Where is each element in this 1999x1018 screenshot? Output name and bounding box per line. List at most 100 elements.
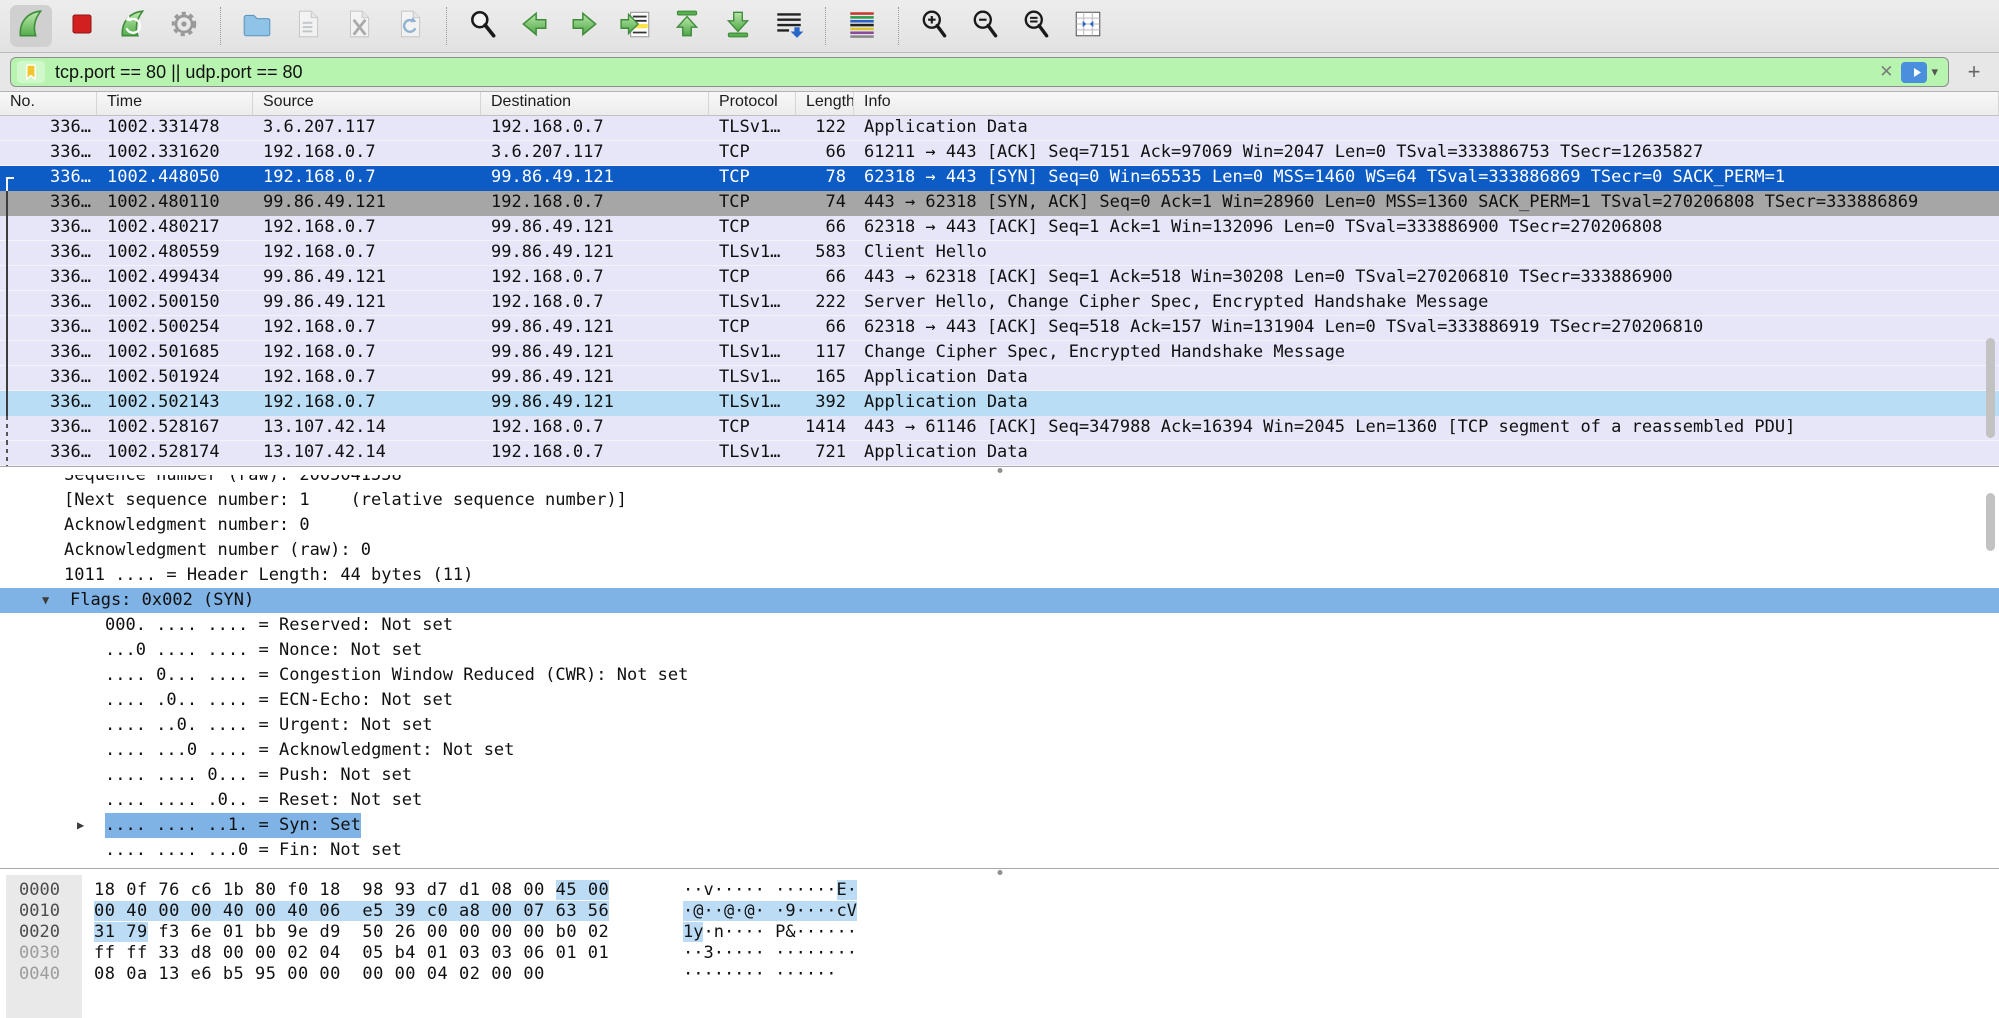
stop-capture-button[interactable] (61, 5, 103, 47)
go-first-button[interactable] (666, 5, 708, 47)
detail-text: .... .... 0... = Push: Not set (105, 763, 412, 788)
display-filter-field[interactable]: ✕ ▾ (10, 57, 1949, 87)
detail-line[interactable]: ...0 .... .... = Nonce: Not set (0, 638, 1999, 663)
ascii-segment-highlighted[interactable]: 1y (683, 922, 703, 942)
packet-row[interactable]: 336…1002.49943499.86.49.121192.168.0.7TC… (0, 266, 1999, 291)
column-header-source[interactable]: Source (253, 92, 481, 115)
open-file-button[interactable] (236, 5, 278, 47)
hex-bytes-segment[interactable]: 18 0f 76 c6 1b 80 f0 18 98 93 d7 d1 08 0… (94, 880, 556, 900)
hex-row[interactable]: 001000 40 00 00 40 00 40 06 e5 39 c0 a8 … (0, 901, 1999, 922)
restart-capture-button[interactable] (112, 5, 154, 47)
go-back-button[interactable] (513, 5, 555, 47)
detail-line[interactable]: ▶.... .... ..1. = Syn: Set (0, 813, 1999, 838)
detail-line[interactable]: [Next sequence number: 1 (relative seque… (0, 488, 1999, 513)
detail-line[interactable]: .... .... 0... = Push: Not set (0, 763, 1999, 788)
detail-line[interactable]: .... 0... .... = Congestion Window Reduc… (0, 663, 1999, 688)
zoom-in-button[interactable] (914, 5, 956, 47)
detail-text: .... ..0. .... = Urgent: Not set (105, 713, 433, 738)
resize-columns-button[interactable] (1067, 5, 1109, 47)
collapse-icon[interactable]: ▼ (42, 588, 49, 613)
filter-dropdown-caret-icon[interactable]: ▾ (1929, 64, 1942, 80)
packet-row[interactable]: 336…1002.52817413.107.42.14192.168.0.7TL… (0, 441, 1999, 466)
ascii-segment-highlighted[interactable]: E· (837, 880, 857, 900)
hex-bytes-segment[interactable]: ff ff 33 d8 00 00 02 04 05 b4 01 03 03 0… (94, 943, 609, 963)
hex-row[interactable]: 002031 79 f3 6e 01 bb 9e d9 50 26 00 00 … (0, 922, 1999, 943)
filter-add-button[interactable]: + (1959, 58, 1989, 86)
cell-length: 222 (796, 291, 854, 316)
packet-row[interactable]: 336…1002.52816713.107.42.14192.168.0.7TC… (0, 416, 1999, 441)
detail-line[interactable]: Acknowledgment number (raw): 0 (0, 538, 1999, 563)
detail-line[interactable]: .... .0.. .... = ECN-Echo: Not set (0, 688, 1999, 713)
ascii-segment[interactable]: ··v····· ······ (683, 880, 837, 900)
cell-destination: 99.86.49.121 (481, 391, 709, 416)
hex-bytes-segment-highlighted[interactable]: 31 79 (94, 922, 148, 942)
go-to-packet-button[interactable] (615, 5, 657, 47)
ascii-segment[interactable]: ·n···· P&······ (703, 922, 857, 942)
filter-apply-icon[interactable] (1901, 62, 1927, 83)
hex-row[interactable]: 004008 0a 13 e6 b5 95 00 00 00 00 04 02 … (0, 964, 1999, 985)
packet-row[interactable]: 336…1002.500254192.168.0.799.86.49.121TC… (0, 316, 1999, 341)
toolbar-separator (446, 7, 448, 45)
filter-clear-icon[interactable]: ✕ (1873, 62, 1899, 82)
detail-text: 1011 .... = Header Length: 44 bytes (11) (64, 563, 473, 588)
detail-line[interactable]: 000. .... .... = Reserved: Not set (0, 613, 1999, 638)
ascii-segment[interactable]: ··3····· ········ (683, 943, 857, 963)
display-filter-input[interactable] (53, 61, 1873, 84)
detail-line[interactable]: .... .... .0.. = Reset: Not set (0, 788, 1999, 813)
expand-icon[interactable]: ▶ (77, 813, 84, 838)
hex-bytes-segment[interactable]: f3 6e 01 bb 9e d9 50 26 00 00 00 00 b0 0… (148, 922, 610, 942)
column-header-time[interactable]: Time (97, 92, 253, 115)
zoom-reset-button[interactable] (1016, 5, 1058, 47)
filter-bookmark-icon[interactable] (17, 61, 45, 83)
detail-text: Acknowledgment number: 0 (64, 513, 310, 538)
hex-bytes-segment-highlighted[interactable]: 00 40 00 00 40 00 40 06 e5 39 c0 a8 00 0… (94, 901, 609, 921)
detail-text: .... .... ...0 = Fin: Not set (105, 838, 402, 863)
detail-line[interactable]: .... .... ...0 = Fin: Not set (0, 838, 1999, 863)
packet-row[interactable]: 336…1002.502143192.168.0.799.86.49.121TL… (0, 391, 1999, 416)
packet-row[interactable]: 336…1002.48011099.86.49.121192.168.0.7TC… (0, 191, 1999, 216)
column-header-info[interactable]: Info (854, 92, 1999, 115)
find-packet-button[interactable] (462, 5, 504, 47)
conversation-marker (6, 391, 18, 416)
detail-line[interactable]: Sequence number (raw): 2005041558 (0, 475, 1999, 488)
detail-line[interactable]: Acknowledgment number: 0 (0, 513, 1999, 538)
detail-line[interactable]: .... ..0. .... = Urgent: Not set (0, 713, 1999, 738)
hex-bytes-segment[interactable]: 08 0a 13 e6 b5 95 00 00 00 00 04 02 00 0… (94, 964, 545, 984)
reload-file-button[interactable] (389, 5, 431, 47)
save-file-button[interactable] (287, 5, 329, 47)
go-forward-button[interactable] (564, 5, 606, 47)
packet-row[interactable]: 336…1002.480559192.168.0.799.86.49.121TL… (0, 241, 1999, 266)
hex-row[interactable]: 0030ff ff 33 d8 00 00 02 04 05 b4 01 03 … (0, 943, 1999, 964)
packet-details-pane: Sequence number (raw): 2005041558[Next s… (0, 475, 1999, 868)
hex-bytes-segment-highlighted[interactable]: 45 00 (556, 880, 610, 900)
packet-row[interactable]: 336…1002.50015099.86.49.121192.168.0.7TL… (0, 291, 1999, 316)
packet-row[interactable]: 336…1002.501685192.168.0.799.86.49.121TL… (0, 341, 1999, 366)
pane-splitter[interactable] (0, 466, 1999, 475)
packet-row[interactable]: 336…1002.331620192.168.0.73.6.207.117TCP… (0, 141, 1999, 166)
close-file-button[interactable] (338, 5, 380, 47)
packet-list-scrollbar-thumb[interactable] (1986, 338, 1995, 438)
hex-row[interactable]: 000018 0f 76 c6 1b 80 f0 18 98 93 d7 d1 … (0, 880, 1999, 901)
colorize-button[interactable] (841, 5, 883, 47)
capture-options-button[interactable] (163, 5, 205, 47)
packet-row[interactable]: 336…1002.501924192.168.0.799.86.49.121TL… (0, 366, 1999, 391)
column-header-no[interactable]: No. (0, 92, 97, 115)
detail-line[interactable]: 1011 .... = Header Length: 44 bytes (11) (0, 563, 1999, 588)
details-scrollbar-thumb[interactable] (1986, 493, 1995, 551)
detail-line[interactable]: ▼Flags: 0x002 (SYN) (0, 588, 1999, 613)
column-header-protocol[interactable]: Protocol (709, 92, 796, 115)
column-header-destination[interactable]: Destination (481, 92, 709, 115)
packet-row[interactable]: 336…1002.448050192.168.0.799.86.49.121TC… (0, 166, 1999, 191)
start-capture-button[interactable] (10, 5, 52, 47)
cell-time: 1002.499434 (97, 266, 253, 291)
packet-row[interactable]: 336…1002.480217192.168.0.799.86.49.121TC… (0, 216, 1999, 241)
pane-splitter[interactable] (0, 868, 1999, 875)
go-last-button[interactable] (717, 5, 759, 47)
auto-scroll-button[interactable] (768, 5, 810, 47)
ascii-segment[interactable]: ········ ······ (683, 964, 837, 984)
ascii-segment-highlighted[interactable]: ·@··@·@· ·9····cV (683, 901, 857, 921)
column-header-length[interactable]: Length (796, 92, 854, 115)
packet-row[interactable]: 336…1002.3314783.6.207.117192.168.0.7TLS… (0, 116, 1999, 141)
zoom-out-button[interactable] (965, 5, 1007, 47)
detail-line[interactable]: .... ...0 .... = Acknowledgment: Not set (0, 738, 1999, 763)
